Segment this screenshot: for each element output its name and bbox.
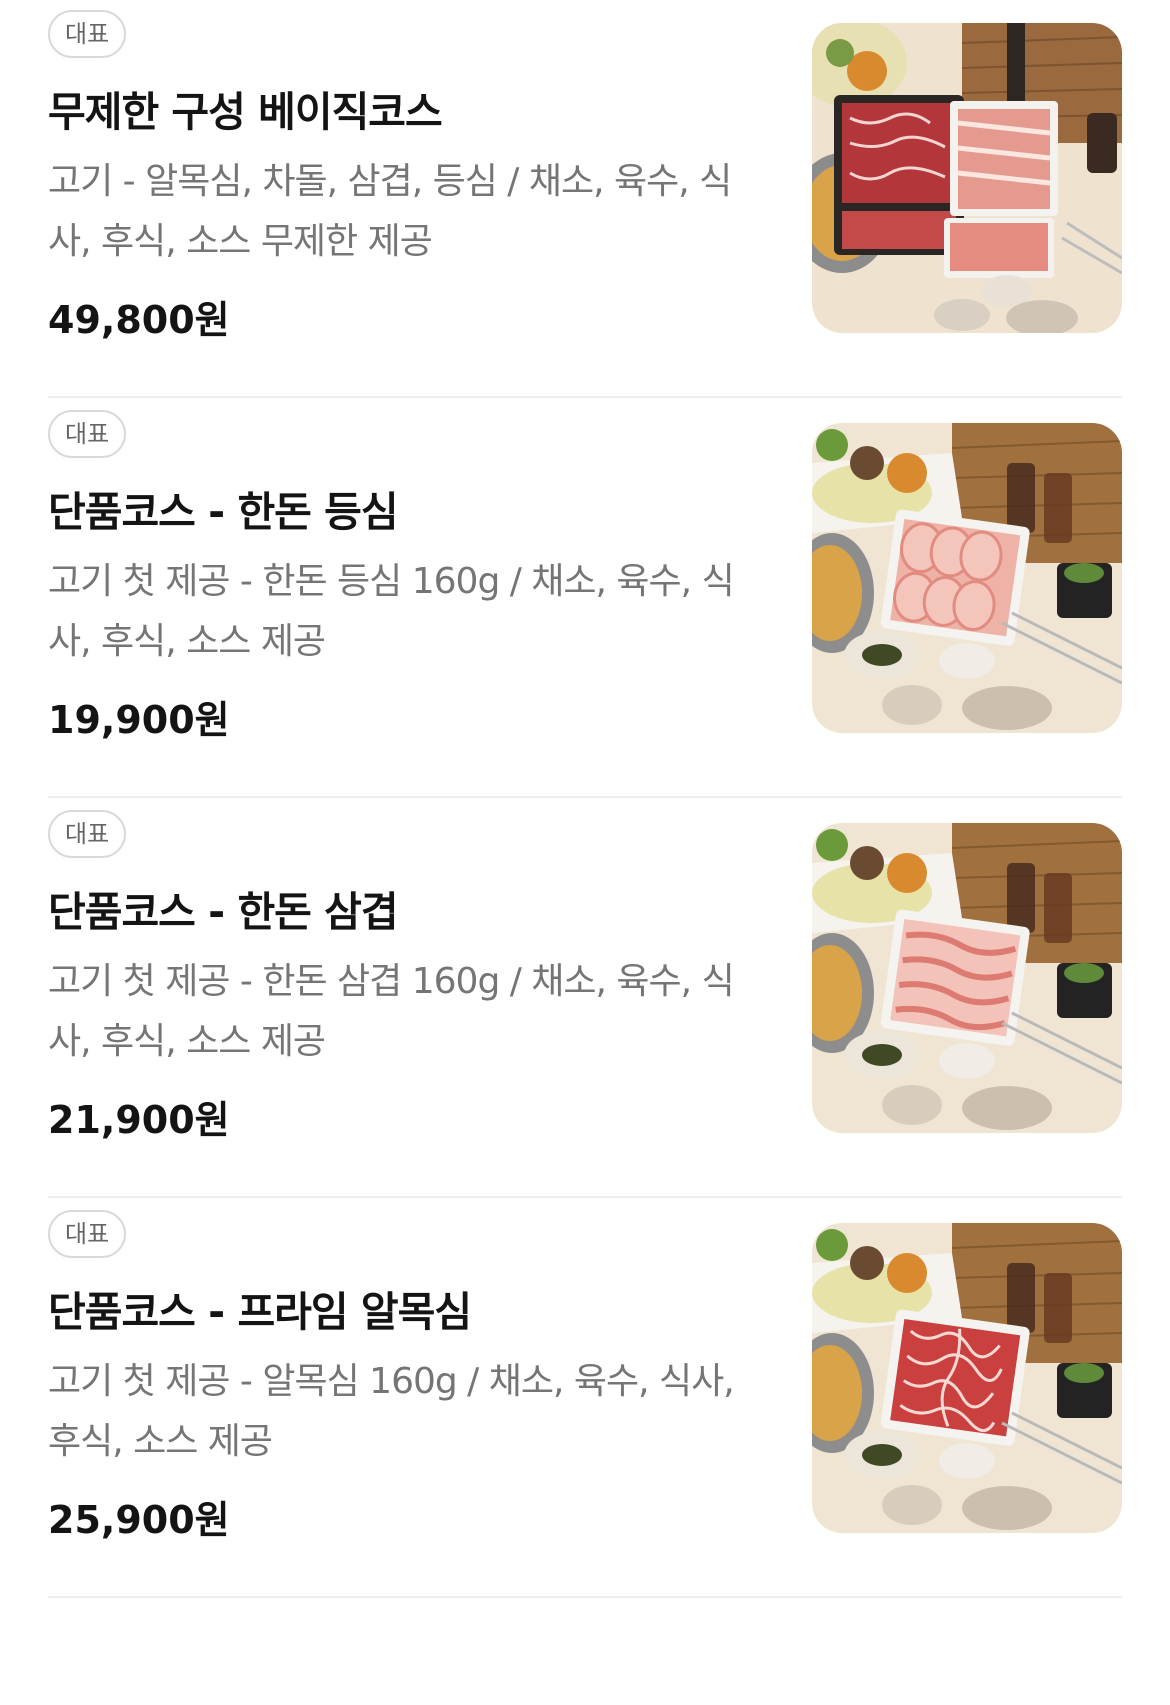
signature-badge: 대표 xyxy=(48,1210,127,1258)
item-divider xyxy=(48,396,1122,398)
menu-item-title: 단품코스 - 프라임 알목심 xyxy=(48,1288,472,1336)
menu-item[interactable]: 대표 무제한 구성 베이직코스 고기 - 알목심, 차돌, 삼겹, 등심 / 채… xyxy=(48,0,1122,435)
menu-item[interactable]: 대표 단품코스 - 한돈 등심 고기 첫 제공 - 한돈 등심 160g / 채… xyxy=(48,400,1122,835)
menu-item-photo[interactable] xyxy=(812,23,1122,333)
menu-item-photo[interactable] xyxy=(812,823,1122,1133)
menu-item-photo[interactable] xyxy=(812,1223,1122,1533)
item-divider xyxy=(48,796,1122,798)
menu-item-description: 고기 첫 제공 - 알목심 160g / 채소, 육수, 식사, 후식, 소스 … xyxy=(48,1361,735,1462)
menu-item-price: 21,900원 xyxy=(48,1098,230,1142)
menu-item-description: 고기 - 알목심, 차돌, 삼겹, 등심 / 채소, 육수, 식사, 후식, 소… xyxy=(48,161,732,262)
menu-item-title: 단품코스 - 한돈 삼겹 xyxy=(48,888,399,936)
menu-item[interactable]: 대표 단품코스 - 한돈 삼겹 고기 첫 제공 - 한돈 삼겹 160g / 채… xyxy=(48,800,1122,1235)
item-divider xyxy=(48,1596,1122,1598)
menu-item[interactable]: 대표 단품코스 - 프라임 알목심 고기 첫 제공 - 알목심 160g / 채… xyxy=(48,1200,1122,1635)
menu-item-price: 19,900원 xyxy=(48,698,230,742)
menu-item-title: 단품코스 - 한돈 등심 xyxy=(48,488,399,536)
signature-badge: 대표 xyxy=(48,410,127,458)
menu-item-photo[interactable] xyxy=(812,423,1122,733)
signature-badge: 대표 xyxy=(48,10,127,58)
signature-badge: 대표 xyxy=(48,810,127,858)
menu-item-price: 49,800원 xyxy=(48,298,230,342)
menu-item-description: 고기 첫 제공 - 한돈 등심 160g / 채소, 육수, 식사, 후식, 소… xyxy=(48,561,735,662)
menu-item-title: 무제한 구성 베이직코스 xyxy=(48,88,443,136)
menu-item-price: 25,900원 xyxy=(48,1498,230,1542)
menu-item-description: 고기 첫 제공 - 한돈 삼겹 160g / 채소, 육수, 식사, 후식, 소… xyxy=(48,961,735,1062)
item-divider xyxy=(48,1196,1122,1198)
